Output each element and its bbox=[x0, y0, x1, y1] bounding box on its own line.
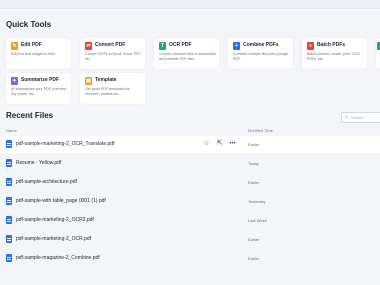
tool-desc: Edit text and images in files. bbox=[11, 52, 56, 56]
tool-desc: Combine multiple files into a single PDF… bbox=[233, 52, 289, 61]
file-modified: Earlier bbox=[248, 180, 260, 185]
combine-icon: + bbox=[233, 42, 240, 50]
tool-card-batch-pdfs[interactable]: ≡ Batch PDFs Batch convert, create, prin… bbox=[302, 38, 367, 69]
tool-desc: Batch convert, create, print, OCR PDFs, … bbox=[307, 52, 360, 61]
tool-card-partial[interactable] bbox=[376, 38, 380, 69]
file-modified: Earlier bbox=[248, 142, 260, 147]
pdf-file-icon bbox=[6, 159, 12, 167]
column-header-modified[interactable]: Modified Time bbox=[248, 128, 273, 133]
file-row[interactable]: pdf-sample-with table_page 0001 (1).pdf … bbox=[0, 193, 380, 210]
file-row[interactable]: pdf-sample-magazine-2_Combine.pdf Earlie… bbox=[0, 250, 380, 267]
edit-icon: ✎ bbox=[11, 42, 18, 50]
pdf-file-icon bbox=[6, 216, 12, 224]
tool-desc: Get good PDF templates for resumes, post… bbox=[85, 87, 130, 96]
star-icon[interactable]: ☆ bbox=[200, 139, 213, 147]
tool-name: Batch PDFs bbox=[317, 42, 346, 48]
more-icon[interactable]: ••• bbox=[226, 141, 239, 147]
share-icon[interactable]: ⇱ bbox=[213, 139, 226, 147]
file-name: pdf-sample-with table_page 0001 (1).pdf bbox=[16, 198, 106, 204]
search-placeholder: Search bbox=[351, 115, 364, 120]
file-row[interactable]: pdf-sample-architecture.pdf Earlier bbox=[0, 174, 380, 191]
template-icon: ▤ bbox=[85, 77, 92, 85]
row-actions: ☆ ⇱ ••• bbox=[200, 139, 239, 147]
file-name: pdf-sample-marketing-2_OCR2.pdf bbox=[16, 217, 94, 223]
file-name: pdf-sample-marketing-2_OCR_Translate.pdf bbox=[16, 141, 115, 147]
tool-desc: AI summarizes your PDF overview, key poi… bbox=[11, 87, 67, 96]
pdf-file-icon bbox=[6, 178, 12, 186]
tool-name: Combine PDFs bbox=[243, 42, 279, 48]
pdf-file-icon bbox=[6, 197, 12, 205]
tool-desc: Convert PDFs to Word, Excel, PPT, etc. bbox=[85, 52, 142, 61]
pdf-file-icon bbox=[6, 254, 12, 262]
search-input[interactable]: ⌕ Search bbox=[341, 112, 380, 123]
file-modified: Yesterday bbox=[248, 199, 266, 204]
file-row[interactable]: pdf-sample-marketing-2_OCR2.pdf Last Wee… bbox=[0, 212, 380, 229]
summarize-icon: ✦ bbox=[11, 77, 18, 85]
tool-name: Template bbox=[95, 77, 117, 83]
tool-name: Summarize PDF bbox=[21, 77, 60, 83]
file-name: pdf-sample-magazine-2_Combine.pdf bbox=[16, 255, 100, 261]
file-name: Resume - Yellow.pdf bbox=[16, 160, 62, 166]
convert-icon: ⇄ bbox=[85, 42, 92, 50]
tool-card-template[interactable]: ▤ Template Get good PDF templates for re… bbox=[80, 73, 145, 104]
file-row[interactable]: Resume - Yellow.pdf Today bbox=[0, 155, 380, 172]
file-modified: Today bbox=[248, 161, 259, 166]
top-bar bbox=[0, 0, 380, 9]
recent-files-title: Recent Files bbox=[6, 111, 54, 120]
search-icon: ⌕ bbox=[345, 114, 348, 120]
file-modified: Last Week bbox=[248, 218, 267, 223]
tool-card-combine-pdfs[interactable]: + Combine PDFs Combine multiple files in… bbox=[228, 38, 293, 69]
file-modified: Earlier bbox=[248, 237, 260, 242]
file-row[interactable]: pdf-sample-marketing-2_OCR.pdf Earlier bbox=[0, 231, 380, 248]
file-name: pdf-sample-architecture.pdf bbox=[16, 179, 77, 185]
pdf-file-icon bbox=[6, 235, 12, 243]
tool-card-edit-pdf[interactable]: ✎ Edit PDF Edit text and images in files… bbox=[6, 38, 71, 69]
ocr-icon: T bbox=[159, 42, 166, 50]
tool-name: OCR PDF bbox=[169, 42, 192, 48]
batch-icon: ≡ bbox=[307, 42, 314, 50]
tool-card-convert-pdf[interactable]: ⇄ Convert PDF Convert PDFs to Word, Exce… bbox=[80, 38, 145, 69]
column-header-name[interactable]: Name bbox=[6, 128, 17, 133]
file-modified: Earlier bbox=[248, 256, 260, 261]
quick-tools-title: Quick Tools bbox=[6, 20, 52, 29]
tool-card-ocr-pdf[interactable]: T OCR PDF Convert scanned files to searc… bbox=[154, 38, 219, 69]
tool-name: Convert PDF bbox=[95, 42, 126, 48]
pdf-file-icon bbox=[6, 140, 12, 148]
tool-desc: Convert scanned files to searchable and … bbox=[159, 52, 217, 61]
tool-name: Edit PDF bbox=[21, 42, 42, 48]
tool-card-summarize-pdf[interactable]: ✦ Summarize PDF AI summarizes your PDF o… bbox=[6, 73, 71, 104]
file-row[interactable]: pdf-sample-marketing-2_OCR_Translate.pdf… bbox=[0, 136, 380, 153]
file-name: pdf-sample-marketing-2_OCR.pdf bbox=[16, 236, 92, 242]
